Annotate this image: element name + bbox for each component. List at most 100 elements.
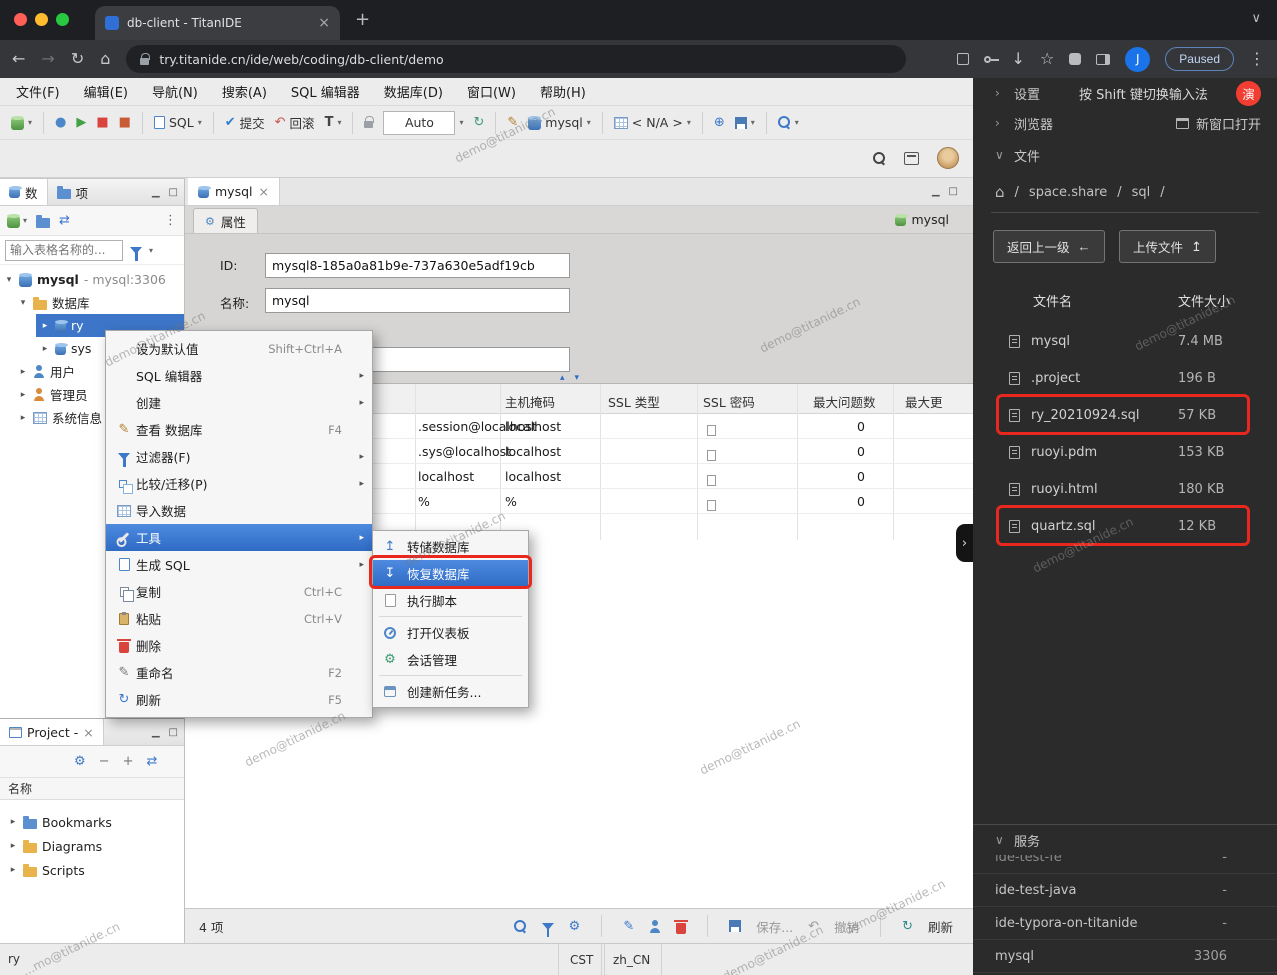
settings-section-label[interactable]: 设置: [1014, 84, 1040, 103]
password-key-icon[interactable]: [983, 55, 999, 63]
locale-status[interactable]: zh_CN: [601, 944, 663, 975]
services-section[interactable]: ∨ 服务: [973, 825, 1277, 855]
timezone-status[interactable]: CST: [558, 944, 606, 975]
table-filter-input[interactable]: [5, 239, 123, 261]
expander-icon[interactable]: ▸: [40, 344, 50, 354]
menu-item-paste[interactable]: 粘贴 Ctrl+V: [106, 605, 372, 632]
menu-edit[interactable]: 编辑(E): [72, 82, 140, 101]
filter-dropdown-icon[interactable]: ▾: [149, 246, 153, 255]
minimize-window-button[interactable]: [35, 13, 48, 26]
home-icon[interactable]: ⌂: [995, 184, 1005, 200]
expander-icon[interactable]: ▸: [40, 321, 50, 331]
tab-search-icon[interactable]: ∨: [1251, 11, 1261, 26]
new-connection-dropdown[interactable]: ▾: [23, 216, 27, 225]
expander-icon[interactable]: ▾: [18, 298, 28, 308]
id-field[interactable]: [265, 253, 570, 278]
auto-commit-select[interactable]: Auto: [383, 110, 456, 135]
files-section-label[interactable]: 文件: [1014, 146, 1040, 165]
file-row-ruoyi-html[interactable]: ruoyi.html 180 KB: [973, 471, 1277, 508]
tab-properties[interactable]: ⚙ 属性: [193, 208, 258, 233]
ime-badge[interactable]: 演: [1236, 80, 1261, 106]
tab-projects[interactable]: 项: [48, 179, 98, 205]
sync-icon[interactable]: ↻: [473, 116, 484, 129]
chevron-down-icon[interactable]: ∨: [995, 148, 1005, 162]
expand-all-icon[interactable]: +: [123, 754, 134, 769]
grid-search-icon[interactable]: [513, 919, 527, 933]
commit-icon[interactable]: ✔: [225, 116, 236, 129]
open-new-window-button[interactable]: 新窗口打开: [1196, 114, 1261, 133]
menu-item-delete[interactable]: 删除: [106, 632, 372, 659]
auto-dropdown-icon[interactable]: ▾: [459, 118, 463, 127]
menu-sql-editor[interactable]: SQL 编辑器: [279, 82, 372, 101]
home-icon[interactable]: ⌂: [100, 51, 110, 67]
menu-item-view-database[interactable]: ✎ 查看 数据库 F4: [106, 416, 372, 443]
transaction-mode-icon[interactable]: T: [325, 116, 334, 129]
refresh-icon[interactable]: ↻: [902, 920, 913, 933]
menu-item-rename[interactable]: ✎ 重命名 F2: [106, 659, 372, 686]
grid-delete-icon[interactable]: [674, 919, 689, 934]
menu-navigate[interactable]: 导航(N): [140, 82, 210, 101]
edit-pencil-icon[interactable]: ✎: [507, 116, 518, 129]
upload-file-button[interactable]: 上传文件 ↥: [1119, 230, 1216, 263]
browser-tab[interactable]: db-client - TitanIDE ×: [95, 6, 340, 40]
breadcrumb-space-share[interactable]: space.share: [1029, 185, 1107, 200]
close-panel-icon[interactable]: ×: [83, 725, 93, 740]
tree-item-scripts[interactable]: ▸ Scripts: [0, 858, 184, 882]
abort-icon[interactable]: ■: [119, 116, 131, 129]
menu-search[interactable]: 搜索(A): [210, 82, 279, 101]
sql-editor-button[interactable]: SQL: [169, 115, 194, 130]
panel-collapse-handle[interactable]: ›: [956, 524, 973, 562]
schema-dropdown-icon[interactable]: ▾: [687, 118, 691, 127]
commit-button[interactable]: 提交: [240, 113, 265, 132]
chevron-down-icon[interactable]: ∨: [995, 833, 1005, 847]
maximize-panel-icon[interactable]: □: [169, 187, 178, 198]
grid-edit-icon[interactable]: ✎: [623, 920, 634, 933]
file-row-mysql[interactable]: mysql 7.4 MB: [973, 323, 1277, 360]
menu-item-create[interactable]: 创建 ▸: [106, 389, 372, 416]
chevron-right-icon[interactable]: ›: [995, 116, 1005, 130]
new-connection-icon[interactable]: [7, 213, 20, 228]
tree-item-databases-folder[interactable]: ▾ 数据库: [0, 291, 184, 314]
filename-column[interactable]: 文件名: [1033, 291, 1072, 310]
grid-user-icon[interactable]: [649, 919, 661, 933]
new-connection-icon[interactable]: [11, 115, 24, 130]
link-editor-icon[interactable]: ⇄: [59, 214, 70, 227]
save-button[interactable]: 保存...: [756, 917, 793, 936]
menu-help[interactable]: 帮助(H): [528, 82, 598, 101]
menu-item-copy[interactable]: 复制 Ctrl+C: [106, 578, 372, 605]
refresh-button[interactable]: 刷新: [928, 917, 953, 936]
tab-close-icon[interactable]: ×: [318, 15, 330, 31]
download-icon[interactable]: ↓: [1012, 51, 1025, 67]
service-row-ide-test-java[interactable]: ide-test-java -: [973, 874, 1277, 907]
breadcrumb-sql[interactable]: sql: [1132, 185, 1151, 200]
paused-button[interactable]: Paused: [1165, 47, 1234, 71]
expander-icon[interactable]: ▸: [18, 367, 28, 377]
tree-item-connection[interactable]: ▾ mysql - mysql:3306: [0, 268, 184, 291]
new-connection-dropdown[interactable]: ▾: [28, 118, 32, 127]
stop-icon[interactable]: ■: [96, 116, 108, 129]
tab-databases[interactable]: 数: [0, 179, 48, 205]
file-row-project[interactable]: .project 196 B: [973, 360, 1277, 397]
tree-item-diagrams[interactable]: ▸ Diagrams: [0, 834, 184, 858]
dashboard-view-icon[interactable]: [904, 151, 919, 165]
quick-search-icon[interactable]: [873, 151, 886, 165]
menu-file[interactable]: 文件(F): [4, 82, 72, 101]
expander-icon[interactable]: ▸: [8, 817, 18, 827]
menu-window[interactable]: 窗口(W): [455, 82, 528, 101]
project-name-column[interactable]: 名称: [0, 778, 184, 800]
expander-icon[interactable]: ▾: [4, 275, 14, 285]
new-tab-button[interactable]: +: [355, 9, 370, 30]
name-field[interactable]: [265, 288, 570, 313]
profile-avatar[interactable]: J: [1125, 46, 1151, 72]
menu-database[interactable]: 数据库(D): [372, 82, 455, 101]
service-row-mysql[interactable]: mysql 3306: [973, 940, 1277, 973]
splitter-controls[interactable]: ▴ ▾: [560, 373, 579, 383]
active-connection-select[interactable]: mysql: [545, 115, 583, 130]
grid-filter-icon[interactable]: [541, 922, 554, 937]
user-avatar[interactable]: [937, 147, 959, 169]
search-dropdown-icon[interactable]: ▾: [795, 118, 799, 127]
maximize-window-button[interactable]: [56, 13, 69, 26]
menu-item-set-default[interactable]: 设为默认值 Shift+Ctrl+A: [106, 335, 372, 362]
go-up-button[interactable]: 返回上一级 ←: [993, 230, 1105, 263]
collapse-down-icon[interactable]: ▾: [575, 373, 580, 383]
